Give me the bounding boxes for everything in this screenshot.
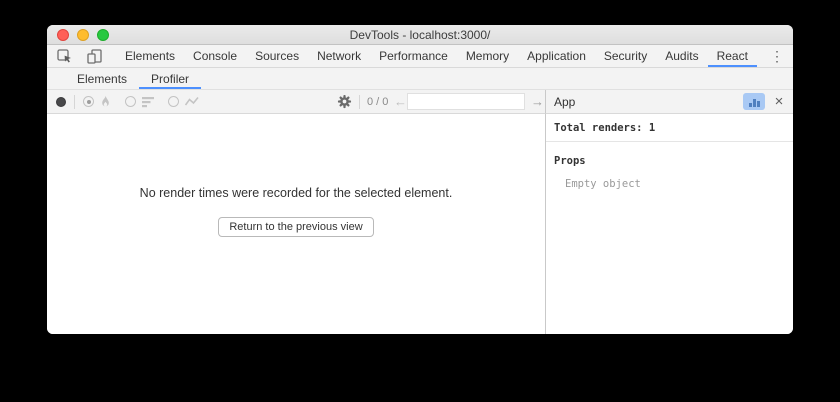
subtab-elements[interactable]: Elements xyxy=(65,68,139,89)
tab-network[interactable]: Network xyxy=(308,45,370,67)
toolbar-separator xyxy=(359,95,360,109)
react-subtab-bar: Elements Profiler xyxy=(47,68,793,90)
snapshot-filter-input[interactable] xyxy=(407,93,525,110)
tab-security[interactable]: Security xyxy=(595,45,656,67)
device-toolbar-icon xyxy=(87,49,103,64)
device-toolbar-button[interactable] xyxy=(80,45,110,67)
ranked-radio[interactable] xyxy=(125,96,136,107)
gear-icon xyxy=(337,94,352,109)
profiler-toolbar-row: 0 / 0 ← → App xyxy=(47,90,793,114)
overflow-menu-button[interactable]: ⋮ xyxy=(763,45,793,67)
flamegraph-icon xyxy=(99,95,112,108)
record-button[interactable] xyxy=(56,97,66,107)
selected-element-name: App xyxy=(554,95,743,109)
zoom-window-button[interactable] xyxy=(97,29,109,41)
close-panel-button[interactable]: × xyxy=(770,93,788,111)
traffic-lights xyxy=(57,25,109,44)
inspect-cursor-icon xyxy=(57,49,73,64)
minimize-window-button[interactable] xyxy=(77,29,89,41)
tab-memory[interactable]: Memory xyxy=(457,45,518,67)
desktop-background: DevTools - localhost:3000/ xyxy=(0,0,840,402)
settings-button[interactable] xyxy=(337,94,352,109)
close-window-button[interactable] xyxy=(57,29,69,41)
bar-chart-icon xyxy=(749,99,760,107)
flamegraph-radio[interactable] xyxy=(83,96,94,107)
total-renders-label: Total renders: 1 xyxy=(546,114,793,142)
profiler-toolbar: 0 / 0 ← → xyxy=(47,90,545,114)
tab-audits[interactable]: Audits xyxy=(656,45,707,67)
selected-element-header: App × xyxy=(545,90,793,114)
tab-elements[interactable]: Elements xyxy=(116,45,184,67)
snapshot-counter: 0 / 0 xyxy=(367,96,388,108)
empty-state-message: No render times were recorded for the se… xyxy=(140,186,453,200)
tab-react[interactable]: React xyxy=(708,45,757,67)
props-value: Empty object xyxy=(546,167,793,190)
next-snapshot-button[interactable]: → xyxy=(531,94,544,109)
subtab-profiler[interactable]: Profiler xyxy=(139,68,201,89)
tab-performance[interactable]: Performance xyxy=(370,45,457,67)
window-title: DevTools - localhost:3000/ xyxy=(350,28,491,42)
previous-snapshot-button[interactable]: ← xyxy=(394,94,407,109)
render-chart-toggle-button[interactable] xyxy=(743,93,765,110)
props-heading: Props xyxy=(546,142,793,167)
toolbar-separator xyxy=(74,95,75,109)
close-icon: × xyxy=(775,93,784,110)
devtools-window: DevTools - localhost:3000/ xyxy=(47,25,793,334)
element-details-pane: Total renders: 1 Props Empty object xyxy=(545,114,793,334)
ranked-chart-icon xyxy=(142,96,155,108)
interactions-chart-icon xyxy=(185,96,199,107)
tab-console[interactable]: Console xyxy=(184,45,246,67)
profiler-main-pane: No render times were recorded for the se… xyxy=(47,114,545,334)
overflow-menu-icon: ⋮ xyxy=(770,49,784,63)
inspect-element-button[interactable] xyxy=(47,45,80,67)
tab-application[interactable]: Application xyxy=(518,45,595,67)
devtools-tab-bar: Elements Console Sources Network Perform… xyxy=(47,45,793,68)
tab-sources[interactable]: Sources xyxy=(246,45,308,67)
interactions-radio[interactable] xyxy=(168,96,179,107)
profiler-content: No render times were recorded for the se… xyxy=(47,114,793,334)
return-previous-view-button[interactable]: Return to the previous view xyxy=(218,217,373,237)
window-titlebar: DevTools - localhost:3000/ xyxy=(47,25,793,45)
